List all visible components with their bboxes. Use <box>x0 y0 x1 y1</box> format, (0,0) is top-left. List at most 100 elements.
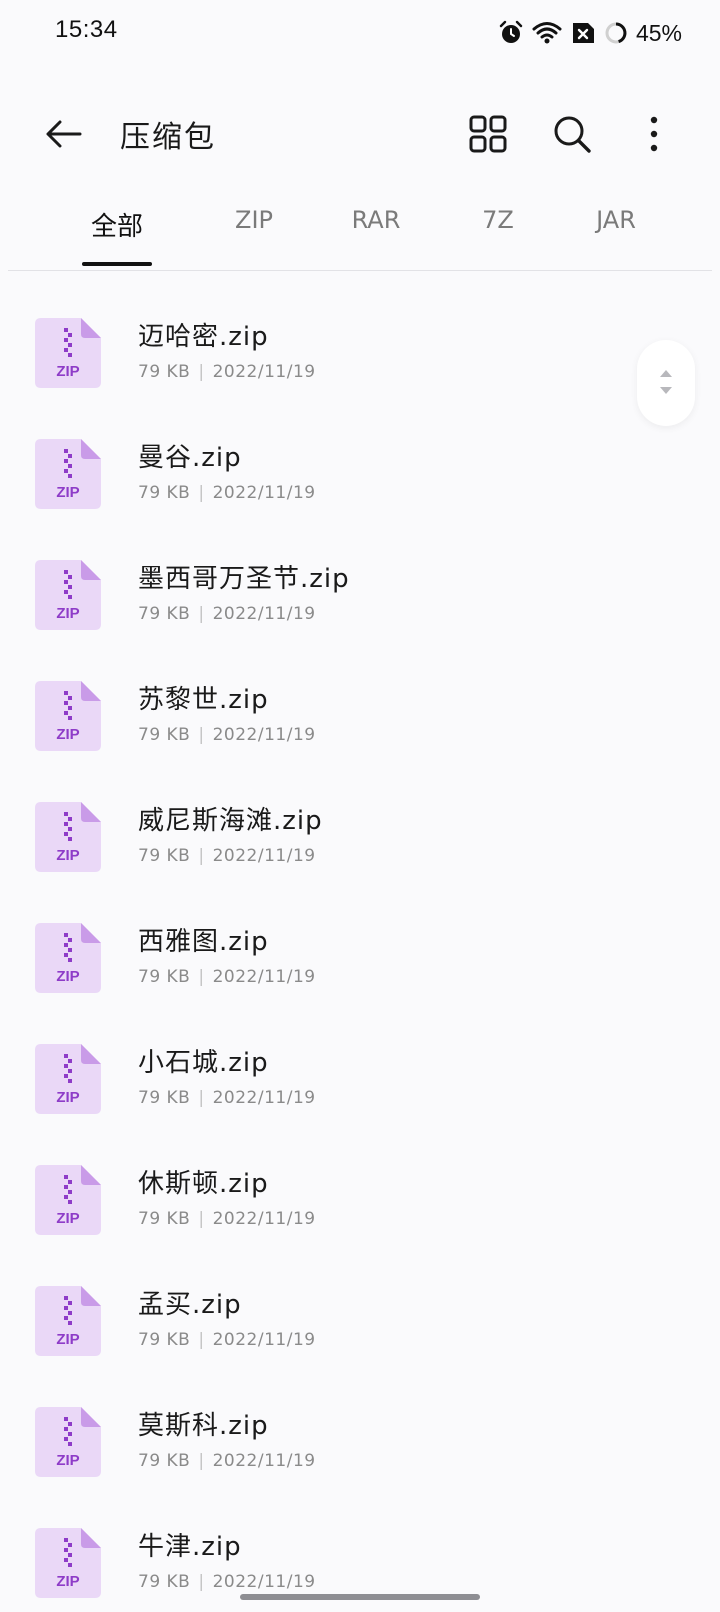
meta-separator: | <box>198 1451 205 1471</box>
status-bar: 15:34 45% <box>0 0 720 66</box>
tabs-divider <box>8 270 712 271</box>
tab-jar[interactable]: JAR <box>576 206 656 234</box>
file-meta: 79 KB | 2022/11/19 <box>138 483 316 503</box>
tab-indicator <box>82 262 152 266</box>
file-date: 2022/11/19 <box>212 604 316 624</box>
grid-view-button[interactable] <box>464 110 512 158</box>
zip-file-icon: ZIP <box>35 802 101 872</box>
file-manager-screen: 15:34 45% 压缩包 全部 ZIP RAR 7Z JAR ZIP 迈哈密.… <box>0 0 720 1612</box>
file-size: 79 KB <box>138 362 191 382</box>
meta-separator: | <box>198 483 205 503</box>
file-date: 2022/11/19 <box>212 1209 316 1229</box>
file-size: 79 KB <box>138 1088 191 1108</box>
meta-separator: | <box>198 604 205 624</box>
tab-all[interactable]: 全部 <box>82 206 152 243</box>
file-meta: 79 KB | 2022/11/19 <box>138 846 316 866</box>
zip-file-icon: ZIP <box>35 1286 101 1356</box>
scroll-arrows-icon <box>660 370 672 394</box>
zip-label: ZIP <box>56 1573 79 1590</box>
more-options-button[interactable] <box>630 110 678 158</box>
zip-label: ZIP <box>56 968 79 985</box>
meta-separator: | <box>198 1209 205 1229</box>
meta-separator: | <box>198 362 205 382</box>
battery-icon <box>604 21 628 45</box>
file-meta: 79 KB | 2022/11/19 <box>138 725 316 745</box>
file-meta: 79 KB | 2022/11/19 <box>138 1451 316 1471</box>
more-vert-icon <box>650 116 658 152</box>
file-meta: 79 KB | 2022/11/19 <box>138 1088 316 1108</box>
file-list-item[interactable]: ZIP 苏黎世.zip 79 KB | 2022/11/19 <box>0 663 720 784</box>
file-list-item[interactable]: ZIP 孟买.zip 79 KB | 2022/11/19 <box>0 1268 720 1389</box>
zip-label: ZIP <box>56 1452 79 1469</box>
file-list-item[interactable]: ZIP 威尼斯海滩.zip 79 KB | 2022/11/19 <box>0 784 720 905</box>
file-meta: 79 KB | 2022/11/19 <box>138 604 316 624</box>
file-date: 2022/11/19 <box>212 362 316 382</box>
fast-scroll-handle[interactable] <box>637 340 695 426</box>
file-name: 墨西哥万圣节.zip <box>138 564 350 594</box>
battery-percentage: 45% <box>635 19 682 46</box>
file-date: 2022/11/19 <box>212 967 316 987</box>
file-list-item[interactable]: ZIP 休斯顿.zip 79 KB | 2022/11/19 <box>0 1147 720 1268</box>
meta-separator: | <box>198 967 205 987</box>
back-button[interactable] <box>40 110 88 158</box>
zip-label: ZIP <box>56 847 79 864</box>
file-meta: 79 KB | 2022/11/19 <box>138 967 316 987</box>
file-date: 2022/11/19 <box>212 1330 316 1350</box>
file-list-item[interactable]: ZIP 西雅图.zip 79 KB | 2022/11/19 <box>0 905 720 1026</box>
zip-file-icon: ZIP <box>35 1165 101 1235</box>
file-list-item[interactable]: ZIP 莫斯科.zip 79 KB | 2022/11/19 <box>0 1389 720 1510</box>
file-date: 2022/11/19 <box>212 1572 316 1592</box>
zip-label: ZIP <box>56 1331 79 1348</box>
zip-file-icon: ZIP <box>35 1407 101 1477</box>
zip-file-icon: ZIP <box>35 1044 101 1114</box>
meta-separator: | <box>198 1572 205 1592</box>
file-list-item[interactable]: ZIP 迈哈密.zip 79 KB | 2022/11/19 <box>0 300 720 421</box>
tab-7z[interactable]: 7Z <box>458 206 538 234</box>
file-list-item[interactable]: ZIP 墨西哥万圣节.zip 79 KB | 2022/11/19 <box>0 542 720 663</box>
home-indicator[interactable] <box>240 1594 480 1600</box>
file-name: 苏黎世.zip <box>138 685 269 715</box>
file-size: 79 KB <box>138 604 191 624</box>
file-meta: 79 KB | 2022/11/19 <box>138 1572 316 1592</box>
file-size: 79 KB <box>138 1209 191 1229</box>
zip-label: ZIP <box>56 363 79 380</box>
file-date: 2022/11/19 <box>212 1451 316 1471</box>
meta-separator: | <box>198 1088 205 1108</box>
zip-label: ZIP <box>56 605 79 622</box>
zip-file-icon: ZIP <box>35 439 101 509</box>
zip-file-icon: ZIP <box>35 923 101 993</box>
file-name: 孟买.zip <box>138 1290 242 1320</box>
file-date: 2022/11/19 <box>212 1088 316 1108</box>
tab-rar[interactable]: RAR <box>336 206 416 234</box>
zip-label: ZIP <box>56 726 79 743</box>
wifi-icon <box>532 20 562 46</box>
file-list-item[interactable]: ZIP 小石城.zip 79 KB | 2022/11/19 <box>0 1026 720 1147</box>
meta-separator: | <box>198 725 205 745</box>
file-name: 牛津.zip <box>138 1532 242 1562</box>
meta-separator: | <box>198 846 205 866</box>
meta-separator: | <box>198 1330 205 1350</box>
file-meta: 79 KB | 2022/11/19 <box>138 1209 316 1229</box>
file-name: 迈哈密.zip <box>138 322 269 352</box>
alarm-icon <box>498 20 524 46</box>
zip-file-icon: ZIP <box>35 681 101 751</box>
grid-view-icon <box>469 115 507 153</box>
status-icons: 45% <box>498 18 682 48</box>
zip-file-icon: ZIP <box>35 560 101 630</box>
file-list-item[interactable]: ZIP 曼谷.zip 79 KB | 2022/11/19 <box>0 421 720 542</box>
file-meta: 79 KB | 2022/11/19 <box>138 362 316 382</box>
file-meta: 79 KB | 2022/11/19 <box>138 1330 316 1350</box>
zip-label: ZIP <box>56 1089 79 1106</box>
file-name: 曼谷.zip <box>138 443 242 473</box>
file-date: 2022/11/19 <box>212 725 316 745</box>
file-list: ZIP 迈哈密.zip 79 KB | 2022/11/19 ZIP 曼谷.zi… <box>0 300 720 1612</box>
file-date: 2022/11/19 <box>212 846 316 866</box>
app-header: 压缩包 <box>0 96 720 172</box>
file-name: 休斯顿.zip <box>138 1169 269 1199</box>
category-tabs: 全部 ZIP RAR 7Z JAR <box>0 196 720 272</box>
search-button[interactable] <box>548 110 596 158</box>
tab-zip[interactable]: ZIP <box>214 206 294 234</box>
file-size: 79 KB <box>138 725 191 745</box>
file-size: 79 KB <box>138 483 191 503</box>
file-date: 2022/11/19 <box>212 483 316 503</box>
